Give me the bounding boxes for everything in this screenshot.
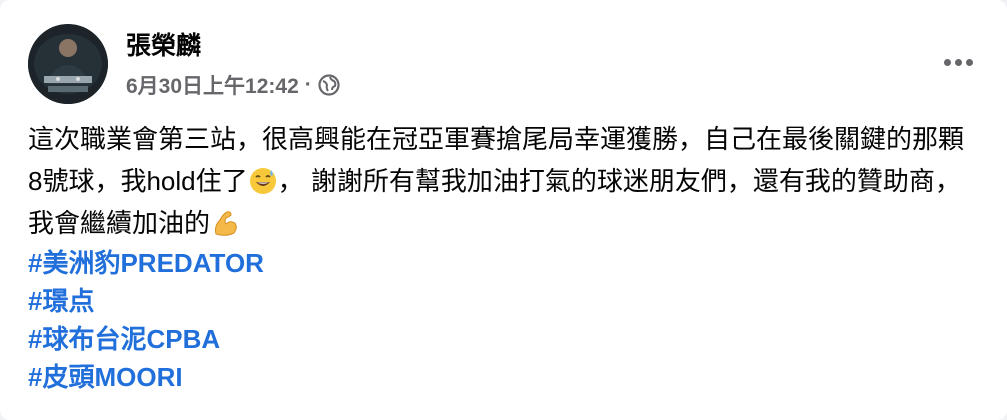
more-options-button[interactable] [938, 42, 978, 82]
avatar-image [28, 24, 108, 104]
post-message: 這次職業會第三站，很高興能在冠亞軍賽搶尾局幸運獲勝，自己在最後關鍵的那顆8號球，… [28, 118, 978, 244]
post-card: 張榮麟 6月30日上午12:42 · 這次職業會第三站，很高興能在冠亞軍賽搶尾局… [0, 0, 1007, 420]
more-options-icon [943, 58, 951, 66]
globe-icon[interactable] [318, 74, 340, 96]
meta-separator: · [304, 73, 312, 96]
post-header: 張榮麟 6月30日上午12:42 · [28, 24, 978, 104]
hashtag-link[interactable]: #美洲豹PREDATOR [28, 244, 978, 282]
flexed-biceps-emoji [210, 208, 240, 238]
post-body: 這次職業會第三站，很高興能在冠亞軍賽搶尾局幸運獲勝，自己在最後關鍵的那顆8號球，… [28, 118, 978, 396]
more-dot [965, 58, 973, 66]
post-timestamp[interactable]: 6月30日上午12:42 [126, 70, 299, 100]
hashtag-link[interactable]: #皮頭MOORI [28, 358, 978, 396]
grinning-sweat-emoji [248, 166, 278, 196]
hashtag-link[interactable]: #球布台泥CPBA [28, 320, 978, 358]
more-dot [954, 58, 962, 66]
post-meta: 6月30日上午12:42 · [126, 70, 340, 100]
author-name[interactable]: 張榮麟 [126, 26, 201, 62]
hashtag-link[interactable]: #璟点 [28, 282, 978, 320]
avatar[interactable] [28, 24, 108, 104]
